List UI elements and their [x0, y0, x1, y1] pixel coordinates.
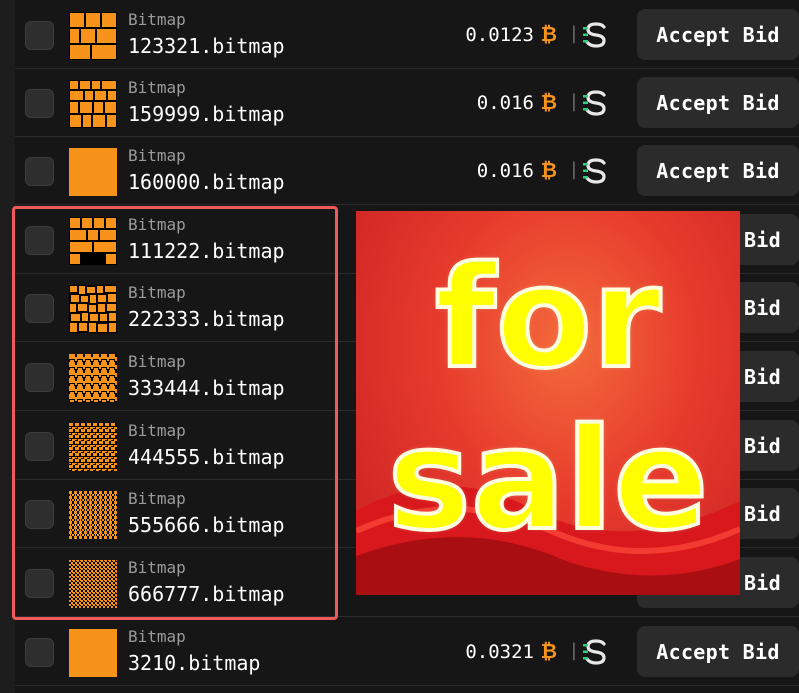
item-price: 0.016: [476, 160, 534, 182]
s-marketplace-icon[interactable]: [583, 89, 609, 117]
bitmap-thumbnail: [69, 423, 117, 471]
item-category: Bitmap: [128, 627, 186, 646]
select-checkbox[interactable]: [25, 89, 54, 118]
poster-title-line1: for: [433, 237, 663, 400]
item-name: 3210.bitmap: [128, 651, 261, 675]
select-checkbox[interactable]: [25, 294, 54, 323]
s-marketplace-icon[interactable]: [583, 157, 609, 185]
accept-bid-button[interactable]: Accept Bid: [637, 9, 799, 60]
list-item: Bitmap 123321.bitmap 0.0123 ₿ | Accept B…: [15, 1, 799, 69]
item-category: Bitmap: [128, 146, 186, 165]
separator: |: [570, 23, 577, 44]
item-category: Bitmap: [128, 421, 186, 440]
separator: |: [570, 91, 577, 112]
bitcoin-icon: ₿: [540, 22, 557, 46]
bitmap-thumbnail: [69, 285, 117, 333]
select-checkbox[interactable]: [25, 500, 54, 529]
bitcoin-icon: ₿: [540, 639, 557, 663]
bitmap-thumbnail: [69, 80, 117, 128]
item-name: 123321.bitmap: [128, 34, 285, 58]
item-category: Bitmap: [128, 489, 186, 508]
item-name: 444555.bitmap: [128, 445, 285, 469]
select-checkbox[interactable]: [25, 363, 54, 392]
bitmap-thumbnail: [69, 629, 117, 677]
item-category: Bitmap: [128, 558, 186, 577]
bitmap-thumbnail: [69, 12, 117, 60]
item-category: Bitmap: [128, 215, 186, 234]
list-item: Bitmap 160000.bitmap 0.016 ₿ | Accept Bi…: [15, 137, 799, 205]
select-checkbox[interactable]: [25, 157, 54, 186]
select-checkbox[interactable]: [25, 432, 54, 461]
bitmap-thumbnail: [69, 560, 117, 608]
s-marketplace-icon[interactable]: [583, 21, 609, 49]
item-category: Bitmap: [128, 78, 186, 97]
accept-bid-button[interactable]: Accept Bid: [637, 145, 799, 196]
list-item: Bitmap 3210.bitmap 0.0321 ₿ | Accept Bid: [15, 618, 799, 686]
select-checkbox[interactable]: [25, 638, 54, 667]
item-name: 666777.bitmap: [128, 582, 285, 606]
accept-bid-button[interactable]: Accept Bid: [637, 77, 799, 128]
bitmap-thumbnail: [69, 217, 117, 265]
select-checkbox[interactable]: [25, 226, 54, 255]
item-price: 0.0321: [465, 641, 534, 663]
item-name: 333444.bitmap: [128, 376, 285, 400]
item-price: 0.016: [476, 92, 534, 114]
accept-bid-button[interactable]: Accept Bid: [637, 626, 799, 677]
item-category: Bitmap: [128, 283, 186, 302]
separator: |: [570, 159, 577, 180]
item-name: 159999.bitmap: [128, 102, 285, 126]
item-name: 160000.bitmap: [128, 170, 285, 194]
bitcoin-icon: ₿: [540, 90, 557, 114]
separator: |: [570, 640, 577, 661]
item-name: 111222.bitmap: [128, 239, 285, 263]
select-checkbox[interactable]: [25, 569, 54, 598]
item-name: 222333.bitmap: [128, 307, 285, 331]
item-category: Bitmap: [128, 352, 186, 371]
bitmap-thumbnail: [69, 354, 117, 402]
bitmap-thumbnail: [69, 491, 117, 539]
item-category: Bitmap: [128, 10, 186, 29]
item-price: 0.0123: [465, 24, 534, 46]
bitcoin-icon: ₿: [540, 158, 557, 182]
list-item: Bitmap 159999.bitmap 0.016 ₿ | Accept Bi…: [15, 69, 799, 137]
select-checkbox[interactable]: [25, 21, 54, 50]
for-sale-poster: for sale: [356, 211, 740, 595]
s-marketplace-icon[interactable]: [583, 638, 609, 666]
bitmap-thumbnail: [69, 148, 117, 196]
item-name: 555666.bitmap: [128, 513, 285, 537]
poster-title-line2: sale: [386, 399, 711, 562]
